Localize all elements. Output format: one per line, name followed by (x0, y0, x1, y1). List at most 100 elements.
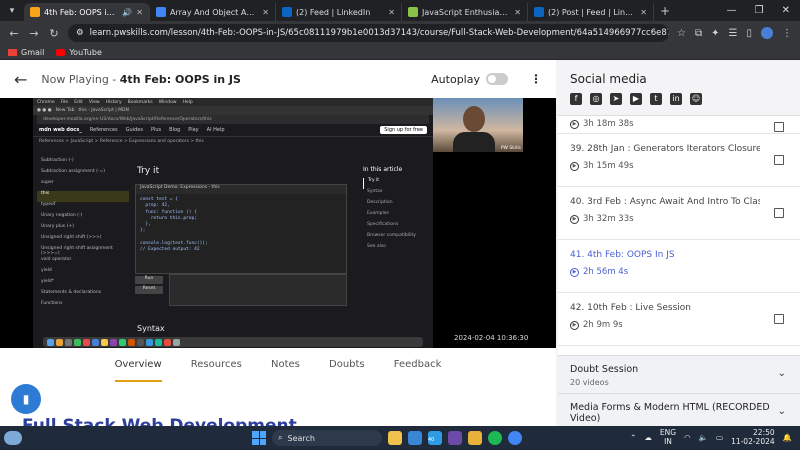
close-tab-icon[interactable]: ✕ (514, 8, 521, 17)
close-tab-icon[interactable]: ✕ (136, 8, 143, 17)
tab-notes[interactable]: Notes (271, 348, 300, 382)
language-indicator[interactable]: ENG IN (660, 428, 676, 446)
close-tab-icon[interactable]: ✕ (640, 8, 647, 17)
lesson-item[interactable]: 40. 3rd Feb : Async Await And Intro To C… (558, 187, 800, 240)
duration-text: 2h 9m 9s (583, 320, 623, 330)
wifi-icon[interactable]: ◠ (684, 433, 691, 442)
close-tab-icon[interactable]: ✕ (262, 8, 269, 17)
linkedin-icon[interactable]: in (670, 93, 682, 105)
spotify-icon[interactable] (488, 431, 502, 445)
back-arrow-icon[interactable]: ← (14, 70, 27, 89)
mdn-run-button: Run (135, 276, 163, 284)
volume-icon[interactable]: 🔈 (699, 433, 708, 442)
play-icon: ▶ (570, 267, 579, 277)
reload-icon[interactable]: ↻ (48, 27, 60, 40)
store-icon[interactable] (408, 431, 422, 445)
close-tab-icon[interactable]: ✕ (388, 8, 395, 17)
new-tab-icon[interactable]: + (654, 4, 676, 18)
autoplay-toggle[interactable] (486, 73, 508, 85)
puzzle-icon[interactable]: ✦ (711, 28, 719, 39)
browser-tab-1[interactable]: Array And Object Assignment.pd ✕ (150, 3, 276, 21)
section-media-forms[interactable]: Media Forms & Modern HTML (RECORDED Vide… (558, 393, 800, 426)
tab-search-icon[interactable]: ▾ (0, 2, 24, 20)
mdn-signup: Sign up for free (380, 126, 427, 134)
sidepanel-icon[interactable]: ▯ (746, 28, 752, 39)
more-options-icon[interactable]: ⋮ (522, 72, 542, 86)
mdn-reset-button: Reset (135, 286, 163, 294)
browser-tab-4[interactable]: (2) Post | Feed | LinkedIn ✕ (528, 3, 654, 21)
windows-start-icon[interactable] (252, 431, 266, 445)
forward-icon[interactable]: → (28, 27, 40, 40)
lesson-title: 42. 10th Feb : Live Session (570, 303, 691, 313)
chevron-up-icon[interactable]: ⌃ (630, 433, 636, 442)
explorer-icon[interactable] (468, 431, 482, 445)
lesson-duration: ▶ 3h 18m 38s (570, 119, 788, 129)
bookmark-youtube[interactable]: YouTube (56, 48, 102, 57)
clock[interactable]: 22:50 11-02-2024 (731, 428, 775, 446)
lesson-item[interactable]: 42. 10th Feb : Live Session ▶ 2h 9m 9s (558, 293, 800, 346)
site-info-icon[interactable]: ⚙ (76, 28, 84, 38)
mdn-side-item: void operator (41, 257, 72, 262)
reading-list-icon[interactable]: ☰ (729, 28, 738, 39)
lesson-title: 40. 3rd Feb : Async Await And Intro To C… (570, 197, 760, 207)
twitter-icon[interactable]: t (650, 93, 662, 105)
section-doubt-session[interactable]: Doubt Session 20 videos ⌄ (558, 355, 800, 393)
chevron-down-icon[interactable]: ⌄ (778, 406, 786, 417)
youtube-icon[interactable]: ▶ (630, 93, 642, 105)
mdn-in-article-item: See also (367, 244, 386, 249)
taskbar-center: ⌕ Search 40 (252, 430, 522, 446)
tab-overview[interactable]: Overview (114, 348, 162, 382)
browser-tab-0[interactable]: 4th Feb: OOPS in JS - Full St 🔊 ✕ (24, 3, 150, 21)
profile-avatar[interactable] (761, 27, 773, 39)
close-window-icon[interactable]: ✕ (782, 5, 790, 16)
lesson-item-active[interactable]: 41. 4th Feb: OOPS In JS ▶ 2h 56m 4s (558, 240, 800, 293)
notification-icon[interactable]: 🔔 (783, 433, 792, 442)
facebook-icon[interactable]: f (570, 93, 582, 105)
minimize-icon[interactable]: — (727, 5, 737, 16)
lesson-checkbox[interactable] (774, 314, 784, 324)
app-icon[interactable] (448, 431, 462, 445)
back-icon[interactable]: ← (8, 27, 20, 40)
lesson-duration: ▶ 3h 32m 33s (570, 214, 788, 224)
weather-icon[interactable] (4, 431, 22, 445)
discord-icon[interactable]: ☺ (690, 93, 702, 105)
search-icon: ⌕ (278, 433, 283, 442)
lesson-item[interactable]: ▶ 3h 18m 38s (558, 116, 800, 134)
tab-resources[interactable]: Resources (191, 348, 242, 382)
taskbar-search[interactable]: ⌕ Search (272, 430, 382, 446)
bookmark-gmail[interactable]: Gmail (8, 48, 44, 57)
instructor-head (463, 106, 485, 132)
speaker-icon[interactable]: 🔊 (122, 8, 132, 17)
cloud-icon[interactable]: ☁ (644, 433, 652, 442)
mdn-in-article-item: Specifications (367, 222, 399, 227)
video-player[interactable]: Chrome File Edit View History Bookmarks Window… (0, 98, 556, 348)
lesson-checkbox[interactable] (774, 155, 784, 165)
extension-icon[interactable]: ⧉ (695, 28, 702, 39)
telegram-icon[interactable]: ➤ (610, 93, 622, 105)
chrome-icon[interactable] (508, 431, 522, 445)
lesson-checkbox[interactable] (774, 122, 784, 132)
battery-icon[interactable]: ▭ (716, 433, 723, 442)
url-bar[interactable]: ⚙ learn.pwskills.com/lesson/4th-Feb:-OOP… (68, 24, 670, 42)
maximize-icon[interactable]: ❐ (755, 5, 764, 16)
mdn-breadcrumb: References > JavaScript > Reference > Ex… (39, 139, 204, 144)
tab-doubts[interactable]: Doubts (329, 348, 365, 382)
lesson-checkbox[interactable] (774, 208, 784, 218)
lesson-duration: ▶ 2h 56m 4s (570, 267, 788, 277)
mdn-in-article-item: Browser compatibility (367, 233, 416, 238)
instagram-icon[interactable]: ◎ (590, 93, 602, 105)
tab-feedback[interactable]: Feedback (394, 348, 442, 382)
browser-tab-3[interactable]: JavaScript Enthusiast Seeks Co ✕ (402, 3, 528, 21)
files-icon[interactable] (388, 431, 402, 445)
browser-tab-2[interactable]: (2) Feed | LinkedIn ✕ (276, 3, 402, 21)
menu-icon[interactable]: ⋮ (782, 28, 792, 39)
lesson-item[interactable]: 39. 28th Jan : Generators Iterators Clos… (558, 134, 800, 187)
mail-icon[interactable]: 40 (428, 431, 442, 445)
instructor-webcam: PW Skills (433, 98, 523, 152)
bookmark-label: YouTube (69, 47, 102, 57)
bookmark-fab-icon[interactable]: ▮ (11, 384, 41, 414)
lesson-title: 39. 28th Jan : Generators Iterators Clos… (570, 144, 760, 154)
chevron-down-icon[interactable]: ⌄ (778, 368, 786, 379)
star-icon[interactable]: ☆ (677, 28, 686, 39)
autoplay-control[interactable]: Autoplay (431, 73, 508, 86)
